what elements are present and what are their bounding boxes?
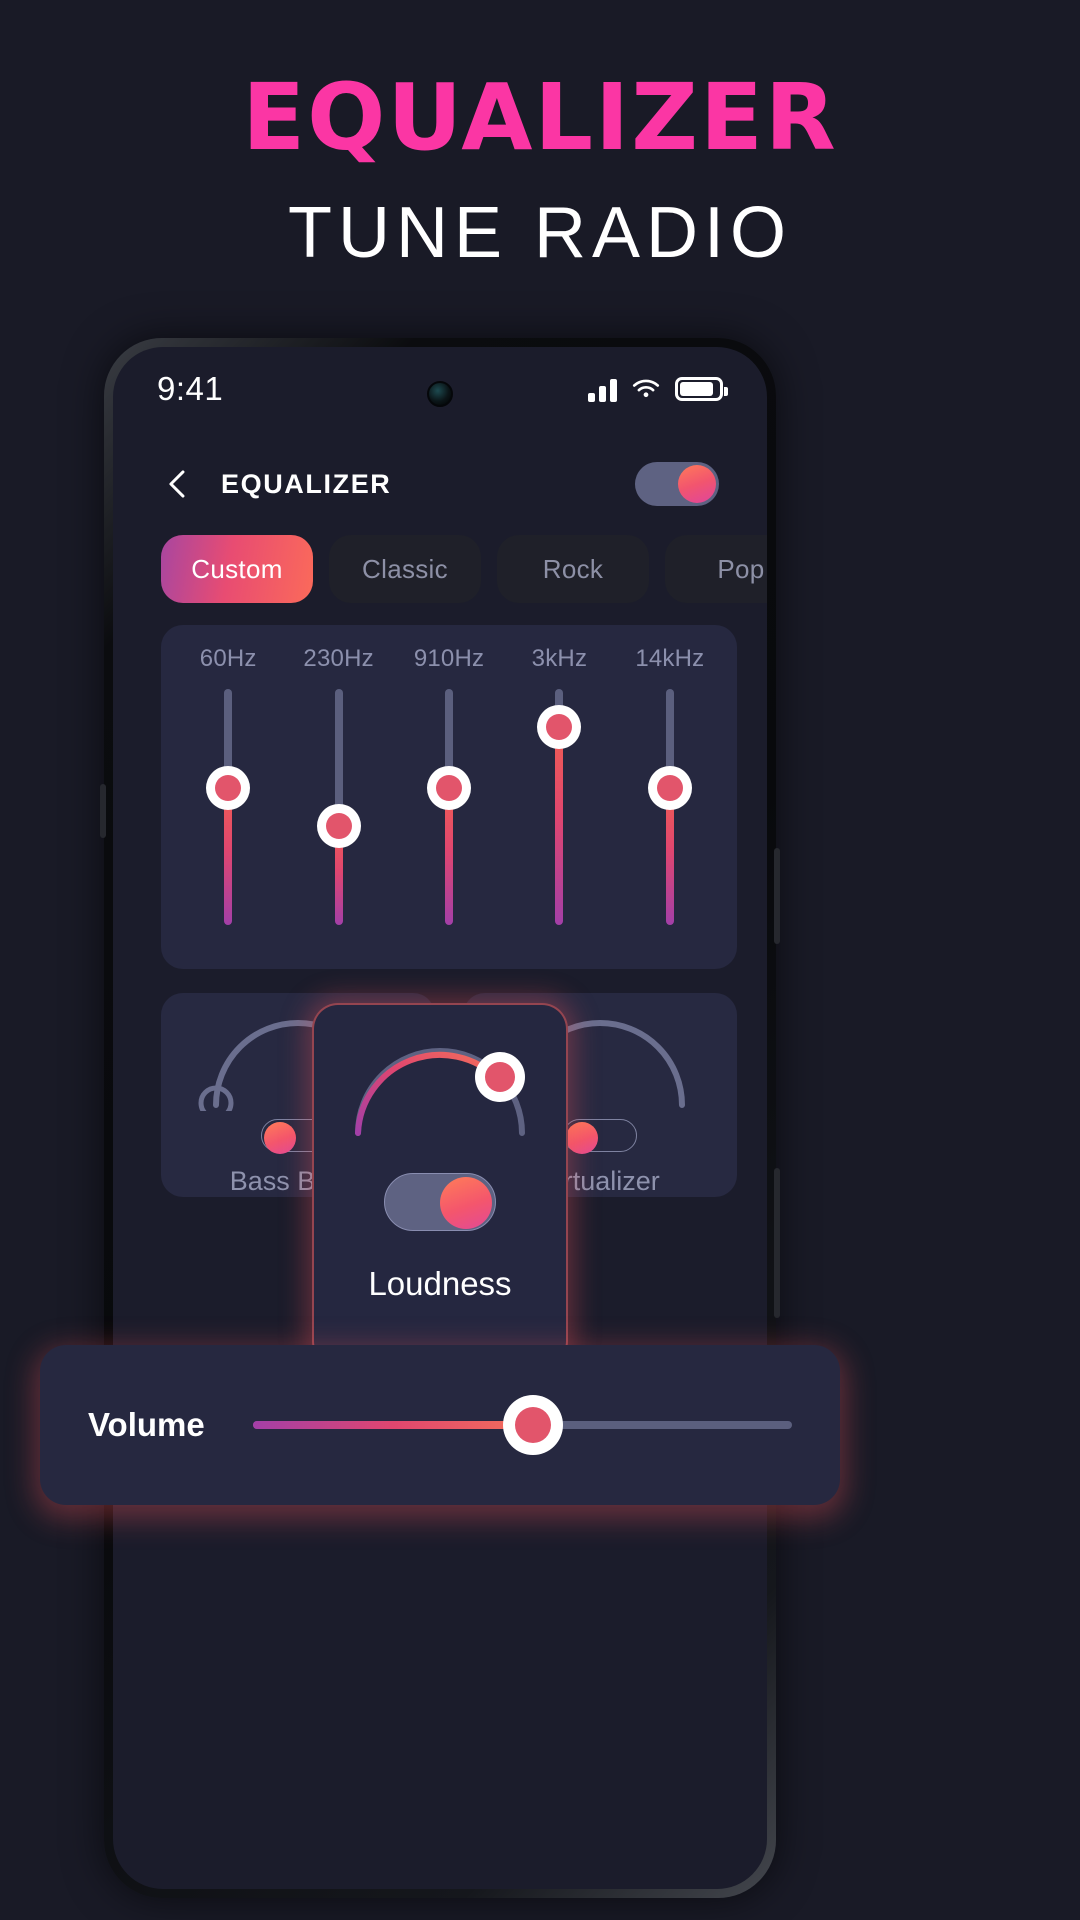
frequency-label-row: 60Hz 230Hz 910Hz 3kHz 14kHz: [161, 625, 737, 673]
loudness-toggle[interactable]: [384, 1173, 496, 1231]
eq-slider-14khz[interactable]: [615, 673, 725, 941]
volume-label: Volume: [88, 1406, 205, 1443]
slider-knob[interactable]: [316, 803, 361, 848]
slider-fill: [555, 726, 564, 925]
preset-tabs: Custom Classic Rock Pop: [113, 535, 767, 603]
phone-side-button-left: [100, 784, 106, 838]
front-camera-icon: [427, 381, 453, 407]
signal-icon: [588, 376, 617, 402]
wifi-icon: [632, 379, 660, 398]
preset-chip-custom[interactable]: Custom: [161, 535, 313, 603]
frequency-label: 3kHz: [531, 645, 588, 672]
page-title: EQUALIZER: [221, 468, 392, 499]
preset-chip-classic[interactable]: Classic: [329, 535, 481, 603]
master-power-toggle[interactable]: [635, 462, 719, 506]
slider-knob[interactable]: [647, 766, 692, 811]
phone-side-button-power: [774, 1168, 780, 1318]
preset-label: Rock: [542, 553, 604, 584]
status-clock: 9:41: [157, 370, 224, 407]
frequency-label: 14kHz: [635, 645, 705, 672]
slider-knob[interactable]: [427, 766, 472, 811]
eq-slider-60hz[interactable]: [173, 673, 283, 941]
battery-icon: [675, 377, 728, 401]
frequency-label: 60Hz: [199, 645, 257, 672]
arc-handle-core: [485, 1062, 515, 1092]
promo-subtitle: TUNE RADIO: [287, 193, 793, 273]
volume-bar: Volume: [40, 1345, 840, 1505]
preset-label: Custom: [191, 553, 283, 584]
eq-slider-910hz[interactable]: [394, 673, 504, 941]
phone-side-button-volume: [774, 848, 780, 944]
slider-knob[interactable]: [206, 766, 251, 811]
equalizer-sliders: [161, 673, 737, 941]
volume-slider[interactable]: [252, 1395, 792, 1455]
frequency-label: 910Hz: [413, 645, 485, 672]
promo-header: EQUALIZER TUNE RADIO: [0, 0, 1080, 274]
equalizer-panel: 60Hz 230Hz 910Hz 3kHz 14kHz: [161, 625, 737, 969]
effect-card-loudness[interactable]: Loudness: [312, 1003, 568, 1367]
phone-mockup: 9:41 EQUALIZER Custom Classic Rock Pop 6…: [100, 338, 780, 1898]
eq-slider-230hz[interactable]: [283, 673, 393, 941]
virtualizer-toggle[interactable]: [563, 1119, 637, 1154]
loudness-arc-knob[interactable]: [340, 1039, 540, 1139]
preset-label: Pop: [717, 553, 765, 584]
status-icon-group: [588, 376, 728, 402]
preset-chip-pop[interactable]: Pop: [665, 535, 767, 603]
preset-label: Classic: [362, 553, 448, 584]
slider-knob[interactable]: [537, 704, 582, 749]
volume-fill: [252, 1421, 534, 1429]
phone-screen: 9:41 EQUALIZER Custom Classic Rock Pop 6…: [113, 347, 767, 1889]
app-header: EQUALIZER: [113, 445, 767, 523]
chevron-left-icon[interactable]: [161, 467, 195, 501]
preset-chip-rock[interactable]: Rock: [497, 535, 649, 603]
eq-slider-3khz[interactable]: [504, 673, 614, 941]
loudness-label: Loudness: [368, 1265, 512, 1302]
promo-title: EQUALIZER: [242, 64, 838, 171]
volume-knob[interactable]: [503, 1395, 564, 1455]
status-bar: 9:41: [113, 347, 767, 431]
frequency-label: 230Hz: [303, 645, 374, 672]
